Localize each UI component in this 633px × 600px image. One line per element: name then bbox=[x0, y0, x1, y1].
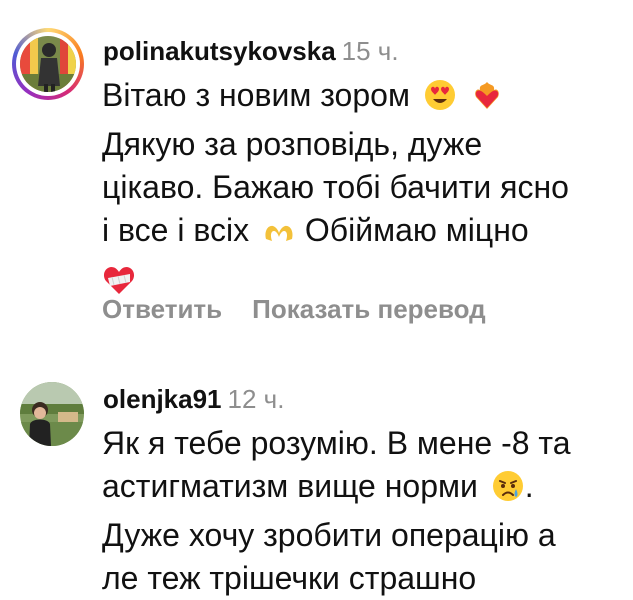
reply-button[interactable]: Ответить bbox=[102, 294, 222, 324]
avatar[interactable] bbox=[12, 28, 84, 100]
comment-line: Вітаю з новим зором bbox=[102, 74, 622, 123]
heart-hands-emoji-icon bbox=[262, 215, 296, 258]
comment-line: Як я тебе розумію. В мене -8 та bbox=[102, 425, 571, 461]
heart-eyes-emoji-icon bbox=[423, 78, 457, 123]
avatar[interactable] bbox=[20, 382, 84, 446]
comment-text: Як я тебе розумію. В мене -8 та астигмат… bbox=[102, 422, 622, 600]
comment-line: і все і всіх Обіймаю міцно bbox=[102, 209, 622, 258]
timestamp[interactable]: 12 ч. bbox=[228, 384, 285, 414]
comment-line: цікаво. Бажаю тобі бачити ясно bbox=[102, 169, 569, 205]
username[interactable]: polinakutsykovska bbox=[103, 36, 336, 66]
timestamp[interactable]: 15 ч. bbox=[342, 36, 399, 66]
avatar-photo bbox=[20, 36, 76, 92]
comment-line: ле теж трішечки страшно bbox=[102, 560, 477, 596]
comment-actions: Ответить Показать перевод bbox=[102, 294, 486, 324]
heart-on-fire-emoji-icon bbox=[470, 78, 504, 123]
username[interactable]: olenjka91 bbox=[103, 384, 222, 414]
comment-line: Дякую за розповідь, дуже bbox=[102, 126, 483, 162]
show-translation-button[interactable]: Показать перевод bbox=[252, 294, 486, 324]
crying-face-emoji-icon bbox=[491, 469, 525, 514]
comment-line: Дуже хочу зробити операцію а bbox=[102, 517, 556, 553]
comment-line: астигматизм вище норми . bbox=[102, 465, 622, 514]
comment-header: polinakutsykovska 15 ч. bbox=[103, 36, 399, 66]
comment-header: olenjka91 12 ч. bbox=[103, 384, 284, 414]
comment-text: Вітаю з новим зором Дякую за розповідь, … bbox=[102, 74, 622, 307]
